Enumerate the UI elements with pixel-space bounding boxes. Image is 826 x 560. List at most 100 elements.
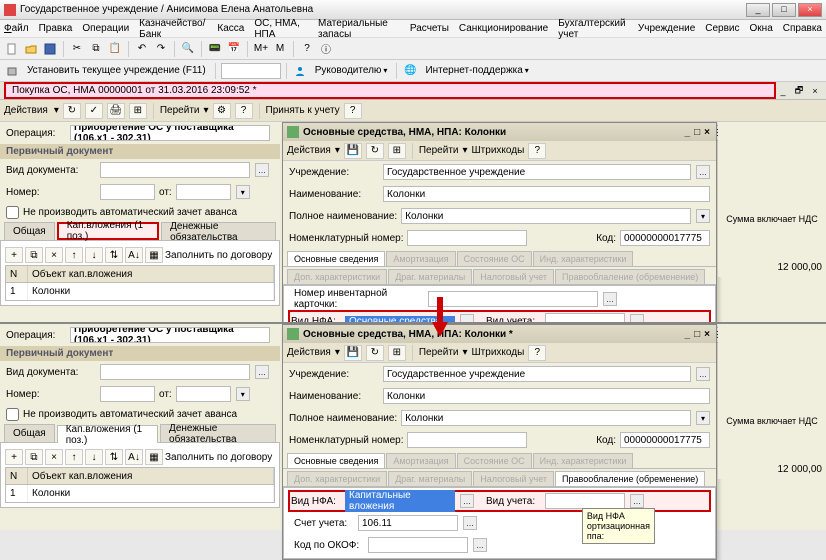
table-row-2[interactable]: 1 Колонки [5, 485, 275, 503]
doctype-field[interactable] [100, 162, 250, 178]
tab-investments-2[interactable]: Кап.вложения (1 поз.) [57, 425, 158, 443]
redo-icon[interactable]: ↷ [153, 41, 169, 57]
minimize-button[interactable]: _ [746, 3, 770, 17]
menu-sanction[interactable]: Санкционирование [459, 23, 548, 34]
inner-tab-drag-2[interactable]: Драг. материалы [388, 471, 472, 486]
menu-org[interactable]: Учреждение [638, 23, 695, 34]
code-field[interactable]: 00000000017775 [620, 230, 710, 246]
nfa-field-2[interactable]: Капитальные вложения [345, 490, 455, 512]
menu-file[interactable]: Файл [4, 23, 29, 34]
fill-label-2[interactable]: Заполнить по договору [165, 452, 272, 463]
menu-cash[interactable]: Касса [217, 23, 244, 34]
nfa-pick2-icon[interactable]: … [460, 494, 474, 508]
new-icon[interactable] [4, 41, 20, 57]
menu-operations[interactable]: Операции [82, 23, 129, 34]
dlg2-actions[interactable]: Действия [287, 347, 331, 358]
dlg2-goto[interactable]: Перейти [419, 347, 459, 358]
inner-tab-rights[interactable]: Правооблаление (обременение) [555, 269, 705, 284]
number-field-2[interactable] [100, 386, 155, 402]
m-plus-icon[interactable]: M+ [253, 41, 269, 57]
menu-service[interactable]: Сервис [705, 23, 739, 34]
help2-icon[interactable]: ? [235, 103, 253, 119]
table-row[interactable]: 1 Колонки [5, 283, 275, 301]
down2-icon[interactable]: ↓ [85, 449, 103, 465]
nomen-field[interactable] [407, 230, 527, 246]
number-field[interactable] [100, 184, 155, 200]
struct-icon[interactable]: ⊞ [129, 103, 147, 119]
fullname-btn-icon[interactable]: ▾ [696, 209, 710, 223]
menu-treasury[interactable]: Казначейство/Банк [139, 18, 207, 40]
inner-tab-addchar-2[interactable]: Доп. характеристики [287, 471, 387, 486]
name-field[interactable]: Колонки [383, 186, 710, 202]
dlg-close-icon[interactable]: × [704, 127, 710, 138]
post-icon[interactable]: ✓ [85, 103, 103, 119]
manager-icon[interactable] [292, 63, 308, 79]
dlg-actions[interactable]: Действия [287, 145, 331, 156]
dlg-max-icon[interactable]: □ [694, 127, 700, 138]
sort3-icon[interactable]: ⇅ [105, 449, 123, 465]
inner-tab-tax[interactable]: Налоговый учет [473, 269, 554, 284]
up2-icon[interactable]: ↑ [65, 449, 83, 465]
doc-max-icon[interactable]: 🗗 [792, 85, 806, 97]
inner-tab-rights-2[interactable]: Правооблаление (обременение) [555, 471, 705, 486]
menu-os[interactable]: ОС, НМА, НПА [254, 18, 308, 40]
inner-tab-ind[interactable]: Инд. характеристики [533, 251, 634, 266]
fullname-field-2[interactable]: Колонки [401, 410, 691, 426]
settings-icon[interactable]: ⚙ [213, 103, 231, 119]
maximize-button[interactable]: □ [772, 3, 796, 17]
help-icon[interactable]: ? [299, 41, 315, 57]
dlg2-struct-icon[interactable]: ⊞ [388, 345, 406, 361]
close-button[interactable]: × [798, 3, 822, 17]
okof-pick-icon[interactable]: … [473, 538, 487, 552]
dlg2-tricodes[interactable]: Штрихкоды [472, 347, 525, 358]
doctype-pick2-icon[interactable]: … [255, 365, 269, 379]
fullname-field[interactable]: Колонки [401, 208, 691, 224]
m-icon[interactable]: M [272, 41, 288, 57]
globe-icon[interactable]: 🌐 [402, 63, 418, 79]
find-icon[interactable]: 🔍 [180, 41, 196, 57]
refresh-icon[interactable]: ↻ [63, 103, 81, 119]
dlg2-refresh-icon[interactable]: ↻ [366, 345, 384, 361]
copy-icon[interactable]: ⧉ [88, 41, 104, 57]
ot-date-pick-icon[interactable]: ▾ [236, 185, 250, 199]
acct-field-2[interactable] [545, 493, 625, 509]
inner-tab-state-2[interactable]: Состояние ОС [457, 453, 532, 468]
menu-accounting[interactable]: Бухгалтерский учет [558, 18, 628, 40]
accept-button[interactable]: Принять к учету [266, 105, 340, 116]
menu-calc[interactable]: Расчеты [410, 23, 449, 34]
menu-materials[interactable]: Материальные запасы [318, 18, 400, 40]
fill-icon[interactable]: ▦ [145, 247, 163, 263]
dlg-goto[interactable]: Перейти [419, 145, 459, 156]
org-icon[interactable] [4, 63, 20, 79]
cut-icon[interactable]: ✂ [69, 41, 85, 57]
org-field[interactable] [221, 63, 281, 79]
add-row-icon[interactable]: + [5, 247, 23, 263]
support-button[interactable]: Интернет-поддержка▾ [421, 62, 532, 80]
copy-row-icon[interactable]: ⧉ [25, 247, 43, 263]
acct-pick2-icon[interactable]: … [630, 494, 644, 508]
actions-label[interactable]: Действия [4, 105, 48, 116]
doc-close-icon[interactable]: × [808, 85, 822, 97]
tab-general[interactable]: Общая [4, 222, 55, 240]
del-row-icon[interactable]: × [45, 247, 63, 263]
menu-edit[interactable]: Правка [39, 23, 73, 34]
org-pick2-icon[interactable]: … [696, 367, 710, 381]
dlg-save-icon[interactable]: 💾 [344, 143, 362, 159]
calendar-icon[interactable]: 📅 [226, 41, 242, 57]
qmark-icon[interactable]: ? [344, 103, 362, 119]
down-icon[interactable]: ↓ [85, 247, 103, 263]
tab-general-2[interactable]: Общая [4, 424, 55, 442]
doctype-pick-icon[interactable]: … [255, 163, 269, 177]
set-org-button[interactable]: Установить текущее учреждение (F11) [23, 62, 210, 80]
tab-obligations-2[interactable]: Денежные обязательства [160, 424, 276, 442]
no-advance-checkbox-2[interactable] [6, 408, 19, 421]
fullname-btn2-icon[interactable]: ▾ [696, 411, 710, 425]
undo-icon[interactable]: ↶ [134, 41, 150, 57]
inner-tab-tax-2[interactable]: Налоговый учет [473, 471, 554, 486]
sort2-icon[interactable]: A↓ [125, 247, 143, 263]
dlg2-save-icon[interactable]: 💾 [344, 345, 362, 361]
ot-date-field-2[interactable] [176, 386, 231, 402]
org-field-2[interactable]: Государственное учреждение [383, 366, 691, 382]
inner-tab-basic[interactable]: Основные сведения [287, 251, 385, 266]
code-field-2[interactable]: 00000000017775 [620, 432, 710, 448]
